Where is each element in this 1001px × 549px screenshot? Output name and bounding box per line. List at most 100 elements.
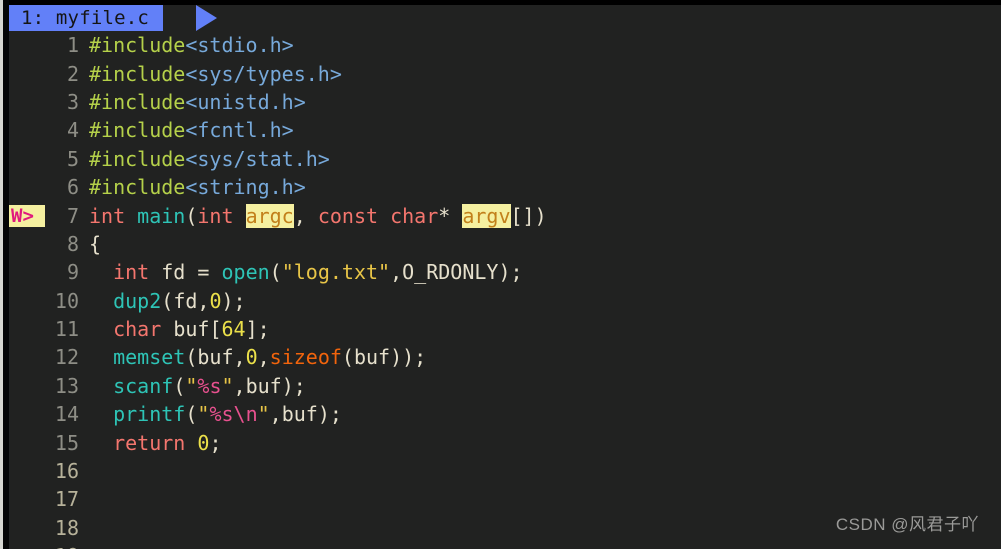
- code-token: (: [173, 373, 186, 398]
- watermark: CSDN @风君子吖: [835, 515, 979, 534]
- code-token: <unistd.h>: [185, 89, 306, 114]
- tab-myfile-c[interactable]: 1: myfile.c: [9, 5, 164, 31]
- code-line[interactable]: W> 7 int main(int argc, const char* argv[]…: [9, 201, 1001, 229]
- code-token: {: [89, 231, 102, 256]
- code-token: ,: [293, 203, 318, 228]
- line-source: memset(buf,0,sizeof(buf));: [89, 345, 426, 369]
- code-token: O_RDONLY: [402, 260, 499, 285]
- code-area[interactable]: 1 #include<stdio.h> 2 #include<sys/types.h>…: [9, 31, 1001, 549]
- code-line[interactable]: 8{: [9, 230, 1001, 258]
- code-token: <stdio.h>: [185, 33, 294, 58]
- code-token: 0: [197, 430, 210, 455]
- code-token: ));: [390, 345, 427, 370]
- code-token: <fcntl.h>: [185, 118, 294, 143]
- line-number: 5: [66, 146, 79, 171]
- line-number: 15: [54, 430, 79, 455]
- code-line[interactable]: 3 #include<unistd.h>: [9, 88, 1001, 116]
- code-token: *: [438, 203, 463, 228]
- code-line[interactable]: 4 #include<fcntl.h>: [9, 116, 1001, 144]
- code-token: const char: [317, 203, 439, 228]
- left-gutter-border: [3, 0, 9, 549]
- search-highlight-token: argv: [462, 203, 511, 228]
- code-token: main: [137, 203, 186, 228]
- code-token: (: [185, 402, 198, 427]
- code-line[interactable]: 15 return 0;: [9, 428, 1001, 456]
- code-token: buf: [281, 402, 318, 427]
- code-token: <string.h>: [185, 175, 306, 200]
- code-token: ,: [269, 402, 282, 427]
- line-source: #include<sys/types.h>: [89, 62, 342, 86]
- code-token: 0: [209, 288, 222, 313]
- code-token: (: [341, 345, 354, 370]
- code-token: #include: [89, 118, 186, 143]
- tab-arrow-icon: [196, 5, 217, 31]
- code-line[interactable]: 6 #include<string.h>: [9, 173, 1001, 201]
- line-number: 2: [66, 61, 79, 86]
- warning-sign-icon[interactable]: W>: [9, 204, 45, 227]
- code-token: 64: [221, 317, 246, 342]
- line-number: 1: [66, 33, 79, 58]
- code-line[interactable]: 19: [9, 542, 1001, 549]
- line-number: 16: [54, 459, 79, 484]
- code-token: );: [498, 260, 523, 285]
- line-source: int fd = open("log.txt",O_RDONLY);: [89, 260, 523, 285]
- code-line[interactable]: 13 scanf("%s",buf);: [9, 372, 1001, 400]
- code-token: %s: [197, 373, 222, 398]
- code-line[interactable]: 1 #include<stdio.h>: [9, 31, 1001, 59]
- code-token: 0: [245, 345, 258, 370]
- code-token: memset: [113, 345, 186, 370]
- code-token: open: [221, 260, 270, 285]
- line-source: #include<stdio.h>: [89, 33, 294, 57]
- code-token: #include: [89, 89, 186, 114]
- tab-label: 1: myfile.c: [21, 7, 150, 29]
- code-token: ": [197, 402, 210, 427]
- code-line[interactable]: 5 #include<sys/stat.h>: [9, 145, 1001, 173]
- code-token: [: [209, 317, 222, 342]
- code-token: buf: [353, 345, 391, 370]
- code-token: []): [510, 203, 547, 228]
- line-number: 14: [54, 402, 79, 427]
- code-token: <sys/stat.h>: [185, 146, 330, 171]
- line-source: #include<fcntl.h>: [89, 118, 294, 142]
- line-number: 7: [66, 203, 79, 228]
- line-number: 4: [66, 118, 79, 143]
- code-token: dup2: [113, 288, 162, 313]
- code-token: ,: [257, 345, 270, 370]
- code-token: sizeof: [269, 345, 342, 370]
- line-source: dup2(fd,0);: [89, 289, 246, 313]
- code-token: ": [257, 402, 270, 427]
- line-source: #include<unistd.h>: [89, 90, 306, 114]
- code-line[interactable]: 16: [9, 457, 1001, 485]
- code-line[interactable]: 10 dup2(fd,0);: [9, 287, 1001, 315]
- line-source: scanf("%s",buf);: [89, 374, 306, 398]
- line-number: 10: [54, 288, 79, 313]
- code-line[interactable]: 11 char buf[64];: [9, 315, 1001, 343]
- line-number: 8: [66, 231, 79, 256]
- code-token: <sys/types.h>: [185, 61, 342, 86]
- line-number: 18: [54, 515, 79, 540]
- search-highlight-token: argc: [245, 203, 294, 228]
- line-source: char buf[64];: [89, 317, 270, 341]
- code-token: return: [113, 430, 198, 455]
- code-token: ": [185, 373, 198, 398]
- editor-window: 1: myfile.c 1 #include<stdio.h> 2 #include<…: [0, 0, 1001, 549]
- line-source: #include<sys/stat.h>: [89, 147, 330, 171]
- code-token: fd: [161, 260, 198, 285]
- code-line[interactable]: 14 printf("%s\n",buf);: [9, 400, 1001, 428]
- code-token: buf: [173, 317, 210, 342]
- code-token: ,: [390, 260, 403, 285]
- code-token: (: [185, 203, 198, 228]
- code-line[interactable]: 9 int fd = open("log.txt",O_RDONLY);: [9, 258, 1001, 286]
- code-line[interactable]: 2 #include<sys/types.h>: [9, 59, 1001, 87]
- code-line[interactable]: 12 memset(buf,0,sizeof(buf));: [9, 343, 1001, 371]
- code-token: "log.txt": [281, 260, 391, 285]
- code-token: int: [197, 203, 246, 228]
- code-token: );: [281, 373, 306, 398]
- code-token: ": [221, 373, 234, 398]
